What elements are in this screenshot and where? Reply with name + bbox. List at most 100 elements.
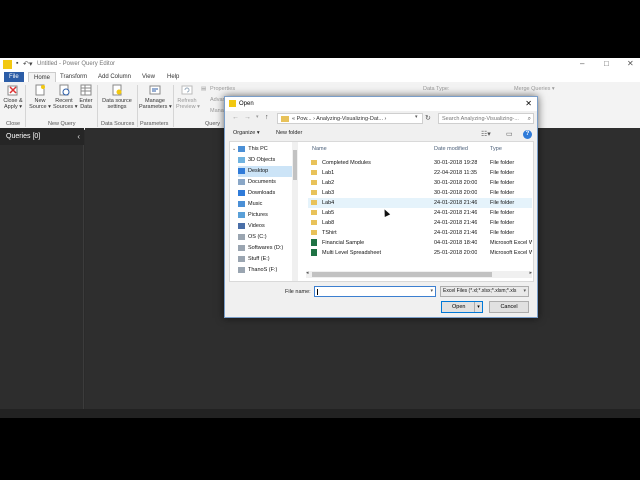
queries-pane: Queries [0] ‹ <box>0 128 84 409</box>
nav-item-pictures[interactable]: Pictures <box>238 210 290 221</box>
preview-pane-icon[interactable]: ▭ <box>506 130 513 138</box>
close-apply-button[interactable]: Close & Apply ▾ <box>3 84 23 110</box>
close-window-button[interactable]: ✕ <box>627 59 634 68</box>
file-row[interactable]: Financial Sample 04-01-2018 18:40 Micros… <box>308 238 532 248</box>
organize-button[interactable]: Organize ▾ <box>233 130 260 136</box>
file-date: 24-01-2018 21:46 <box>434 210 478 216</box>
chevron-down-icon[interactable]: ▾ <box>430 288 433 294</box>
refresh-icon[interactable]: ↻ <box>425 114 431 122</box>
file-row[interactable]: Multi Level Spreadsheet 25-01-2018 20:00… <box>308 248 532 258</box>
cancel-button[interactable]: Cancel <box>489 301 529 313</box>
quick-access-dropdown-icon[interactable]: ▾ <box>29 60 33 68</box>
drive-icon <box>238 244 245 251</box>
file-row[interactable]: Completed Modules 30-01-2018 19:28 File … <box>308 158 532 168</box>
file-name: Lab5 <box>322 210 335 216</box>
undo-icon[interactable]: ↶ <box>23 60 29 68</box>
open-button[interactable]: Open ▾ <box>441 301 483 313</box>
file-row[interactable]: Lab1 22-04-2018 11:35 File folder <box>308 168 532 178</box>
recent-sources-button[interactable]: Recent Sources ▾ <box>53 84 77 110</box>
file-type: File folder <box>490 210 515 216</box>
excel-file-icon <box>311 249 317 256</box>
new-folder-button[interactable]: New folder <box>276 130 302 136</box>
column-header-type[interactable]: Type <box>490 146 502 152</box>
scroll-left-icon[interactable]: ◂ <box>306 270 309 276</box>
nav-item-videos[interactable]: Videos <box>238 221 290 232</box>
nav-item-3d-objects[interactable]: 3D Objects <box>238 155 290 166</box>
data-type-dropdown[interactable]: Data Type: <box>423 86 450 92</box>
nav-item-documents[interactable]: Documents <box>238 177 290 188</box>
data-source-settings-button[interactable]: Data source settings <box>100 84 134 110</box>
merge-queries-button[interactable]: Merge Queries ▾ <box>514 86 555 92</box>
properties-button[interactable]: Properties <box>210 86 235 92</box>
nav-item-softwares-d[interactable]: Softwares (D:) <box>238 243 290 254</box>
collapse-pane-icon[interactable]: ‹ <box>77 128 80 145</box>
file-date: 24-01-2018 21:46 <box>434 230 478 236</box>
nav-item-thanos-f[interactable]: ThanoS (F:) <box>238 265 290 276</box>
nav-item-music[interactable]: Music <box>238 199 290 210</box>
file-date: 04-01-2018 18:40 <box>434 240 478 246</box>
nav-scrollbar[interactable] <box>292 142 298 281</box>
tab-file[interactable]: File <box>4 72 24 82</box>
tab-help[interactable]: Help <box>162 72 184 82</box>
pictures-icon <box>238 211 245 218</box>
file-name: Lab2 <box>322 180 335 186</box>
column-header-date-modified[interactable]: Date modified <box>434 146 468 152</box>
manage-button[interactable]: Mana <box>210 108 224 114</box>
manage-parameters-button[interactable]: Manage Parameters ▾ <box>139 84 172 110</box>
nav-item-label: Stuff (E:) <box>248 256 270 262</box>
recent-locations-icon[interactable]: ▾ <box>256 114 259 120</box>
new-source-button[interactable]: New Source ▾ <box>29 84 51 110</box>
column-header-name[interactable]: Name <box>312 146 327 152</box>
file-name-input[interactable]: ▾ <box>314 286 436 297</box>
navigation-tree: ⌄ This PC 3D Objects Desktop Documents Do… <box>230 142 298 281</box>
text-caret <box>317 289 318 295</box>
save-icon[interactable]: ▪ <box>16 60 18 67</box>
close-icon[interactable]: ✕ <box>525 99 532 108</box>
file-name: Financial Sample <box>322 240 365 246</box>
nav-item-desktop[interactable]: Desktop <box>238 166 292 177</box>
help-icon[interactable]: ? <box>523 130 532 139</box>
maximize-button[interactable]: □ <box>604 59 609 68</box>
scrollbar-thumb[interactable] <box>312 272 492 277</box>
file-name: Completed Modules <box>322 160 371 166</box>
enter-data-button[interactable]: Enter Data <box>78 84 94 110</box>
minimize-button[interactable]: – <box>580 59 584 68</box>
search-placeholder: Search Analyzing-Visualizing-... <box>442 116 519 122</box>
tab-add-column[interactable]: Add Column <box>93 72 136 82</box>
ribbon-tabs: File Home Transform Add Column View Help <box>0 71 640 82</box>
nav-item-os-c[interactable]: OS (C:) <box>238 232 290 243</box>
nav-item-stuff-e[interactable]: Stuff (E:) <box>238 254 290 265</box>
back-icon[interactable]: ← <box>232 114 239 121</box>
tab-view[interactable]: View <box>137 72 160 82</box>
scrollbar-thumb[interactable] <box>293 150 297 180</box>
file-type-filter[interactable]: Excel Files (*.xl;*.xlsx;*.xlsm;*.xls ▾ <box>440 286 529 297</box>
file-date: 30-01-2018 20:00 <box>434 190 478 196</box>
open-file-dialog: Open ✕ ← → ▾ ↑ « Pow... › Analyzing-Visu… <box>224 96 538 318</box>
file-name: Multi Level Spreadsheet <box>322 250 382 256</box>
file-row[interactable]: Lab3 30-01-2018 20:00 File folder <box>308 188 532 198</box>
up-icon[interactable]: ↑ <box>265 114 269 121</box>
tab-transform[interactable]: Transform <box>55 72 92 82</box>
properties-icon: ▤ <box>201 86 207 92</box>
refresh-preview-button[interactable]: Refresh Preview ▾ <box>176 84 200 110</box>
file-row[interactable]: Lab5 24-01-2018 21:46 File folder <box>308 208 532 218</box>
open-options-dropdown[interactable]: ▾ <box>474 302 482 312</box>
queries-count-label: Queries [0] <box>6 133 41 140</box>
collapse-icon[interactable]: ⌄ <box>232 146 236 152</box>
nav-item-this-pc[interactable]: ⌄ This PC <box>232 144 290 155</box>
file-date: 30-01-2018 20:00 <box>434 180 478 186</box>
nav-item-downloads[interactable]: Downloads <box>238 188 290 199</box>
view-options-icon[interactable]: ☷▾ <box>481 130 491 138</box>
scroll-right-icon[interactable]: ▸ <box>529 270 532 276</box>
file-row[interactable]: TShirt 24-01-2018 21:46 File folder <box>308 228 532 238</box>
address-dropdown-icon[interactable]: ▾ <box>415 114 418 120</box>
search-input[interactable]: Search Analyzing-Visualizing-... ⌕ <box>438 113 534 124</box>
file-row[interactable]: Lab4 24-01-2018 21:46 File folder <box>308 198 532 208</box>
drive-icon <box>238 266 245 273</box>
tab-home[interactable]: Home <box>28 72 57 82</box>
file-list-scrollbar[interactable]: ◂ ▸ <box>306 270 532 278</box>
file-row[interactable]: Lab8 24-01-2018 21:46 File folder <box>308 218 532 228</box>
forward-icon[interactable]: → <box>244 114 251 121</box>
address-bar[interactable]: « Pow... › Analyzing-Visualizing-Dat... … <box>277 113 423 124</box>
file-row[interactable]: Lab2 30-01-2018 20:00 File folder <box>308 178 532 188</box>
